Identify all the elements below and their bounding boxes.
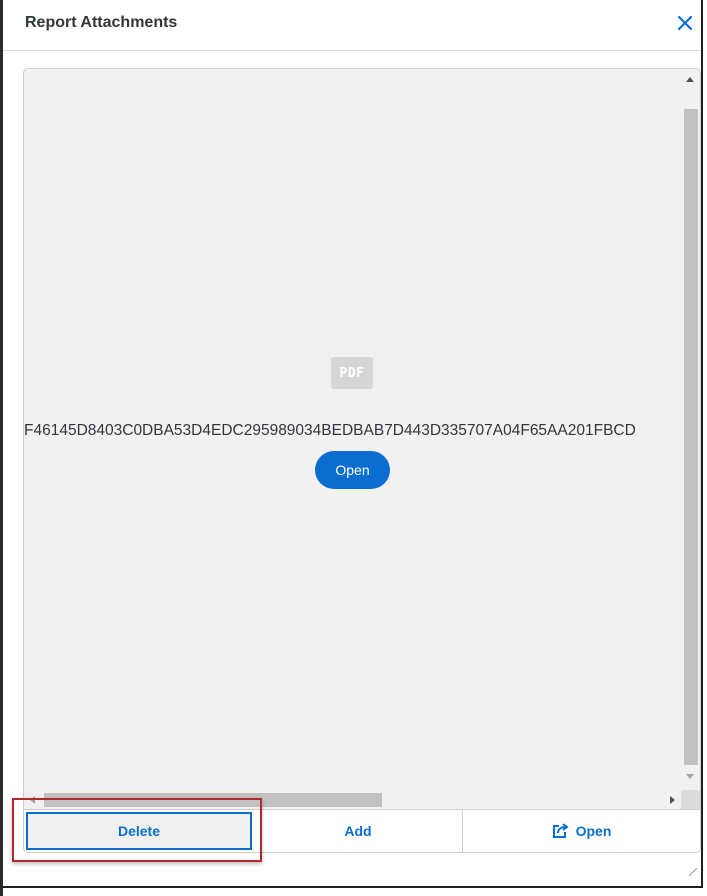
vertical-scroll-thumb[interactable]: [684, 109, 698, 765]
add-button[interactable]: Add: [254, 810, 463, 852]
dialog-title: Report Attachments: [25, 14, 178, 31]
vertical-scrollbar[interactable]: [681, 69, 700, 791]
dialog-header: Report Attachments: [3, 0, 701, 51]
attachment-preview: PDF F46145D8403C0DBA53D4EDC295989034BEDB…: [24, 69, 682, 791]
attachment-viewer: PDF F46145D8403C0DBA53D4EDC295989034BEDB…: [23, 68, 701, 810]
scroll-right-icon[interactable]: [670, 796, 675, 804]
report-attachments-dialog: Report Attachments PDF F46145D8403C0DBA5…: [3, 0, 703, 888]
pdf-icon: PDF: [331, 357, 373, 389]
horizontal-scroll-thumb[interactable]: [44, 793, 382, 807]
delete-button[interactable]: Delete: [26, 812, 252, 850]
external-link-icon: [552, 823, 570, 839]
close-icon: [677, 15, 693, 31]
horizontal-scrollbar[interactable]: [24, 790, 682, 809]
open-attachment-button[interactable]: Open: [315, 451, 390, 489]
attachment-filename: F46145D8403C0DBA53D4EDC295989034BEDBAB7D…: [24, 422, 636, 439]
close-button[interactable]: [673, 11, 697, 35]
scroll-down-icon[interactable]: [686, 774, 694, 779]
resize-grip-icon[interactable]: [689, 868, 697, 876]
scroll-left-icon[interactable]: [30, 796, 35, 804]
attachment-toolbar: Delete Add Open: [23, 809, 701, 853]
scroll-corner: [681, 790, 700, 809]
open-button[interactable]: Open: [463, 810, 700, 852]
scroll-up-icon[interactable]: [686, 77, 694, 82]
open-button-label: Open: [575, 823, 612, 839]
